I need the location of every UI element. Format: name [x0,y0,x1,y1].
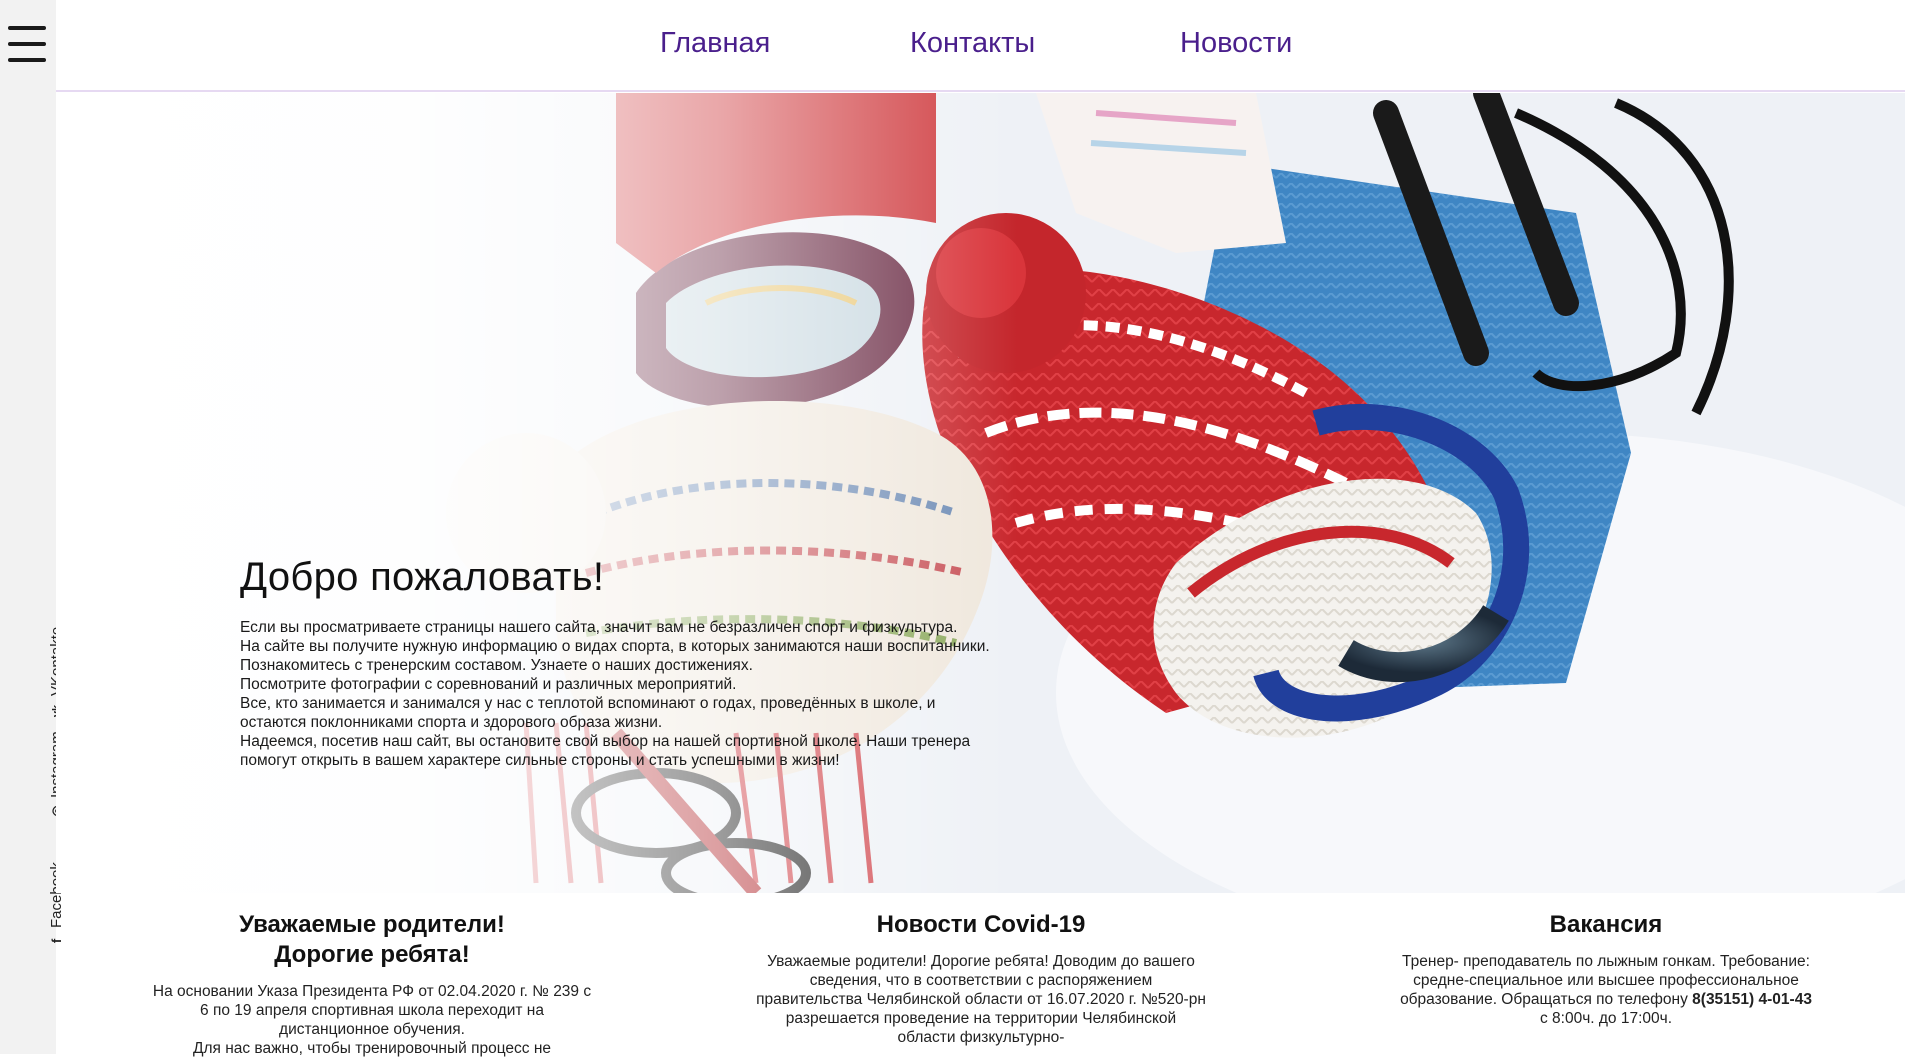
parents-notice-text-cont: Для нас важно, чтобы тренировочный проце… [192,1040,552,1057]
vacancy-phone[interactable]: 8(35151) 4-01-43 [1692,991,1812,1008]
welcome-paragraph: Все, кто занимается и занимался у нас с … [240,695,936,731]
welcome-paragraph: На сайте вы получите нужную информацию о… [240,638,990,674]
parents-notice-title-line2: Дорогие ребята! [274,941,470,968]
welcome-title: Добро пожаловать! [240,555,605,599]
welcome-paragraph: Если вы просматриваете страницы нашего с… [240,619,958,636]
welcome-text: Если вы просматриваете страницы нашего с… [240,618,990,770]
welcome-block: Добро пожаловать! Если вы просматриваете… [240,555,990,770]
hamburger-icon[interactable] [8,24,46,64]
nav-home[interactable]: Главная [660,27,770,60]
vacancy-text: Тренер- преподаватель по лыжным гонкам. … [1396,952,1816,1009]
top-navigation: Главная Контакты Новости [56,0,1905,92]
parents-notice-text: На основании Указа Президента РФ от 02.0… [152,983,592,1038]
parents-notice-title-line1: Уважаемые родители! [239,911,505,938]
covid-news-title: Новости Covid-19 [876,911,1086,938]
welcome-paragraph: Надеемся, посетив наш сайт, вы остановит… [240,733,971,769]
parents-notice-title: Уважаемые родители! Дорогие ребята! [152,910,592,970]
info-columns: Уважаемые родители! Дорогие ребята! На о… [56,910,1905,1057]
covid-news-text: Уважаемые родители! Дорогие ребята! Дово… [756,953,1206,1046]
nav-news[interactable]: Новости [1180,27,1292,60]
welcome-paragraph: Посмотрите фотографии с соревнований и р… [240,676,737,693]
nav-contacts[interactable]: Контакты [910,27,1035,60]
vacancy-title: Вакансия [1549,911,1663,938]
vacancy-column: Вакансия Тренер- преподаватель по лыжным… [1396,910,1816,1028]
vacancy-hours: с 8:00ч. до 17:00ч. [1539,1010,1673,1027]
hero-banner: Добро пожаловать! Если вы просматриваете… [56,93,1905,893]
hero-fade-overlay [56,93,1905,893]
parents-notice-column: Уважаемые родители! Дорогие ребята! На о… [152,910,592,1058]
covid-news-column: Новости Covid-19 Уважаемые родители! Дор… [756,910,1206,1047]
left-sidebar: f Facebook ◎ Instagram vk VKontakte [0,0,65,1054]
